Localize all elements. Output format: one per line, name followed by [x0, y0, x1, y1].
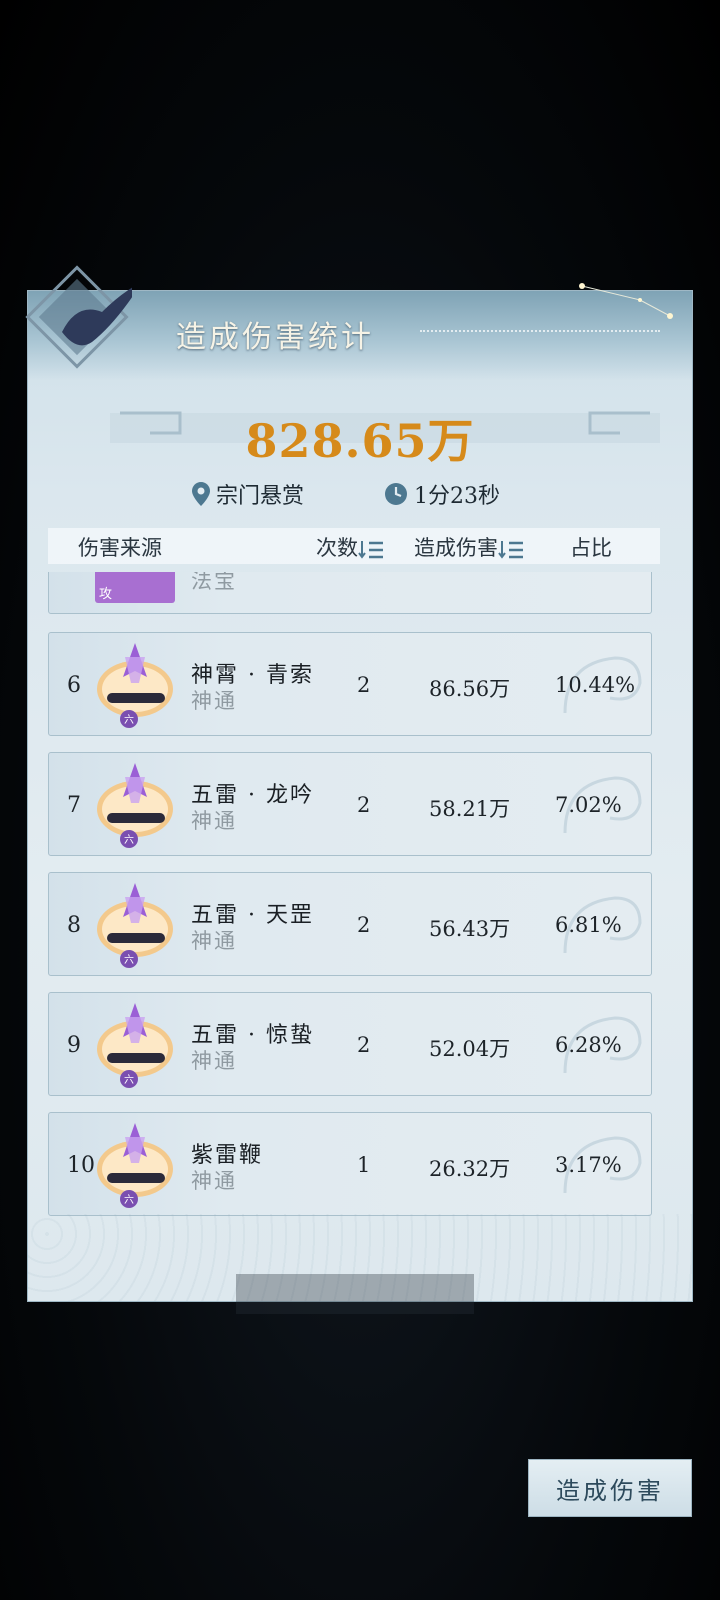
- svg-text:六: 六: [124, 1194, 134, 1206]
- row-type: 神通: [191, 929, 237, 953]
- col-source-header: 伤害来源: [78, 536, 162, 560]
- emblem-icon: [25, 265, 132, 369]
- list-item[interactable]: 攻 法宝: [48, 572, 652, 614]
- panel-title: 造成伤害统计: [176, 320, 374, 355]
- row-count: 2: [357, 1033, 371, 1057]
- attack-badge: 攻: [99, 587, 113, 602]
- table-header: 伤害来源 次数 造成伤害 占比: [48, 528, 660, 564]
- row-count: 2: [357, 673, 371, 697]
- row-type: 神通: [191, 1049, 237, 1073]
- location-text: 宗门悬赏: [216, 484, 305, 509]
- table-row[interactable]: 7 六五雷 · 龙吟 神通 2 58.21万 7.02%: [48, 752, 652, 856]
- table-row[interactable]: 6 六神霄 · 青索 神通 2 86.56万 10.44%: [48, 632, 652, 736]
- row-rank: 6: [67, 673, 81, 698]
- row-rank: 10: [67, 1153, 95, 1178]
- skill-icon: 六: [97, 643, 173, 728]
- row-damage: 56.43万: [429, 917, 511, 941]
- row-damage: 26.32万: [429, 1157, 511, 1181]
- row-count: 1: [357, 1153, 371, 1177]
- row-rank: 7: [67, 793, 81, 818]
- row-count: 2: [357, 793, 371, 817]
- col-damage-header[interactable]: 造成伤害: [414, 532, 524, 562]
- treasure-icon: 攻: [95, 572, 175, 603]
- constellation-decoration: [579, 283, 673, 319]
- sort-desc-icon: [358, 540, 383, 559]
- row-rank: 9: [67, 1033, 81, 1058]
- row-damage: 86.56万: [429, 677, 511, 701]
- table-row[interactable]: 10 六紫雷鞭 神通 1 26.32万 3.17%: [48, 1112, 652, 1216]
- row-type: 法宝: [191, 572, 237, 593]
- row-ratio: 3.17%: [555, 1153, 622, 1177]
- row-type: 神通: [191, 1169, 237, 1193]
- skill-icon: 六: [97, 1123, 173, 1208]
- row-rank: 8: [67, 913, 81, 938]
- row-count: 2: [357, 913, 371, 937]
- skill-icon: 六: [97, 883, 173, 968]
- table-row[interactable]: 9 六五雷 · 惊蛰 神通 2 52.04万 6.28%: [48, 992, 652, 1096]
- skill-icon: 六: [97, 763, 173, 848]
- clock-icon: [385, 483, 407, 505]
- row-type: 神通: [191, 809, 237, 833]
- location-pin-icon: [192, 482, 210, 506]
- table-row[interactable]: 8 六五雷 · 天罡 神通 2 56.43万 6.81%: [48, 872, 652, 976]
- col-damage-label: 造成伤害: [414, 536, 498, 560]
- svg-text:六: 六: [124, 714, 134, 726]
- skill-icon: 六: [97, 1003, 173, 1088]
- row-ratio: 6.28%: [555, 1033, 622, 1057]
- title-divider: [420, 330, 660, 332]
- svg-text:六: 六: [124, 1074, 134, 1086]
- sort-desc-icon: [498, 540, 523, 559]
- row-type: 神通: [191, 689, 237, 713]
- damage-list[interactable]: 攻 法宝 6 六神霄 · 青索 神通 2 86.56万 10.44% 7 六五雷 · 龙吟 神通…: [48, 572, 660, 1288]
- col-ratio-header: 占比: [570, 536, 612, 560]
- damage-dealt-button[interactable]: 造成伤害: [528, 1459, 692, 1517]
- row-ratio: 6.81%: [555, 913, 622, 937]
- svg-text:六: 六: [124, 954, 134, 966]
- background-bar: [236, 1274, 474, 1314]
- row-damage: 58.21万: [429, 797, 511, 821]
- duration-text: 1分23秒: [414, 484, 500, 509]
- col-count-header[interactable]: 次数: [316, 532, 384, 562]
- total-damage: 828.65万: [245, 414, 475, 468]
- row-ratio: 7.02%: [555, 793, 622, 817]
- location-info: 宗门悬赏: [192, 478, 304, 510]
- duration-info: 1分23秒: [384, 478, 500, 510]
- row-damage: 52.04万: [429, 1037, 511, 1061]
- svg-text:六: 六: [124, 834, 134, 846]
- row-ratio: 10.44%: [555, 673, 636, 697]
- col-count-label: 次数: [316, 536, 358, 560]
